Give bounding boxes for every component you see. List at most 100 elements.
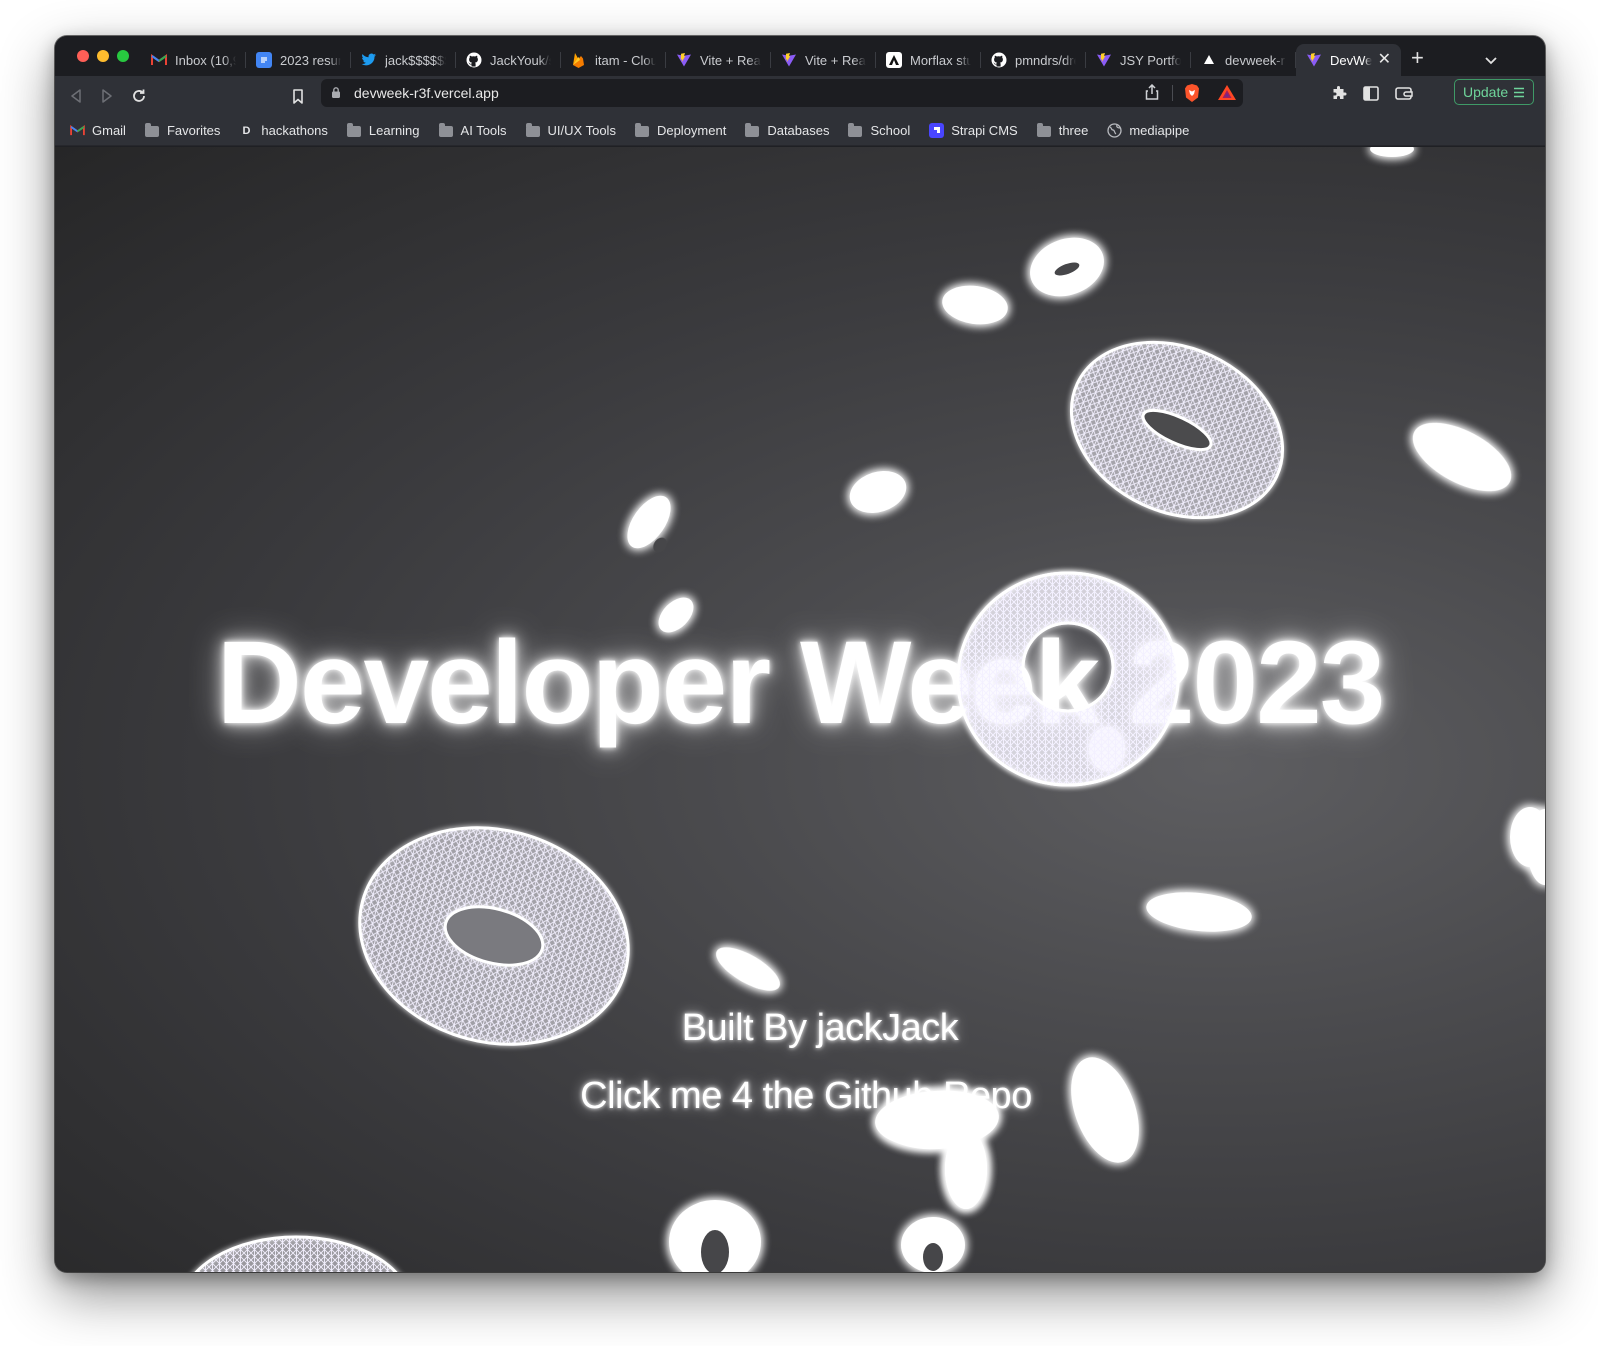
folder-icon [438, 123, 454, 138]
forward-button[interactable] [96, 85, 118, 107]
share-icon[interactable] [1145, 83, 1159, 105]
new-tab-button[interactable]: + [1411, 47, 1424, 69]
bookmark-favorites[interactable]: Favorites [144, 123, 220, 138]
vite-icon [676, 52, 692, 68]
bookmark-label: mediapipe [1129, 123, 1190, 138]
vite-icon [1306, 52, 1322, 68]
window-maximize-button[interactable] [117, 50, 129, 62]
glow-pill [1146, 892, 1252, 932]
bookmark-label: Gmail [92, 123, 126, 138]
tab-title: 2023 resume [280, 52, 341, 68]
glow-pill [945, 1129, 987, 1209]
vite-icon [781, 52, 797, 68]
tab-resume[interactable]: 2023 resume [246, 44, 351, 76]
folder-icon [525, 123, 541, 138]
brave-shields-icon[interactable] [1183, 83, 1201, 108]
vercel-icon [1201, 52, 1217, 68]
docs-icon [256, 52, 272, 68]
tab-morflax[interactable]: Morflax stud [876, 44, 981, 76]
globe-icon [1106, 123, 1122, 138]
bookmark-label: Learning [368, 123, 420, 138]
gmail-icon [69, 124, 85, 138]
tab-devweek-active[interactable]: DevWeek ✕ [1296, 44, 1401, 76]
glow-pill [942, 285, 1008, 325]
morflax-icon [886, 52, 902, 68]
toolbar: devweek-r3f.vercel.app Update [55, 76, 1545, 116]
sidebar-icon[interactable] [1363, 86, 1379, 106]
bookmark-three[interactable]: three [1036, 123, 1089, 138]
bookmark-mediapipe[interactable]: mediapipe [1106, 123, 1189, 138]
menu-icon [1514, 87, 1524, 98]
glow-pill [1412, 422, 1512, 492]
bookmark-uiux-tools[interactable]: UI/UX Tools [525, 123, 616, 138]
tab-portfolio[interactable]: JSY Portfolio [1086, 44, 1191, 76]
tab-title: devweek-r3 [1225, 52, 1286, 68]
tab-title: Inbox (10,98 [175, 52, 236, 68]
window-minimize-button[interactable] [97, 50, 109, 62]
extensions-icon[interactable] [1331, 86, 1347, 107]
bookmark-label: Strapi CMS [951, 123, 1018, 138]
tab-drei[interactable]: pmndrs/drei [981, 44, 1086, 76]
bookmark-ai-tools[interactable]: AI Tools [438, 123, 507, 138]
bookmark-button[interactable] [287, 85, 309, 107]
glow-pill [1370, 147, 1414, 157]
bookmark-hackathons[interactable]: D hackathons [238, 123, 328, 138]
update-label: Update [1463, 84, 1509, 100]
built-by-text: Built By jackJack [681, 1007, 959, 1049]
bookmark-strapi[interactable]: Strapi CMS [928, 123, 1018, 138]
tab-gmail[interactable]: Inbox (10,98 [141, 44, 246, 76]
address-bar[interactable]: devweek-r3f.vercel.app [321, 79, 1243, 107]
tab-vite-react-2[interactable]: Vite + React [771, 44, 876, 76]
tab-list-button[interactable] [1485, 52, 1497, 70]
lock-icon [331, 86, 341, 104]
bookmark-label: AI Tools [460, 123, 507, 138]
gmail-icon [151, 52, 167, 68]
brave-rewards-icon[interactable] [1217, 84, 1237, 106]
github-icon [466, 52, 482, 68]
update-button[interactable]: Update [1454, 79, 1534, 105]
tab-firebase[interactable]: itam - Cloud [561, 44, 666, 76]
reload-button[interactable] [128, 85, 150, 107]
bookmark-label: Favorites [166, 123, 221, 138]
github-repo-link[interactable]: Click me 4 the Github Repo [55, 1075, 1545, 1118]
bookmark-label: hackathons [261, 123, 328, 138]
tab-github-repo[interactable]: JackYouk/sp [456, 44, 561, 76]
tab-vite-react-1[interactable]: Vite + React [666, 44, 771, 76]
tab-title: Vite + React [700, 52, 761, 68]
divider [1172, 85, 1173, 101]
folder-icon [847, 123, 863, 138]
bookmark-label: three [1058, 123, 1089, 138]
bookmark-label: Databases [767, 123, 830, 138]
bookmark-gmail[interactable]: Gmail [69, 123, 126, 138]
bookmark-icon [293, 88, 303, 104]
bookmarks-bar: Gmail Favorites D hackathons Learning AI… [55, 116, 1545, 146]
glow-pill [716, 947, 780, 991]
wallet-icon[interactable] [1395, 86, 1413, 106]
tab-twitter[interactable]: jack$$$$$$ [351, 44, 456, 76]
glow-pill [849, 470, 907, 514]
bookmark-label: UI/UX Tools [547, 123, 616, 138]
back-button[interactable] [65, 85, 87, 107]
webgl-canvas[interactable]: Developer Week 2023 Built By jackJack Cl… [55, 147, 1545, 1272]
tab-vercel[interactable]: devweek-r3 [1191, 44, 1296, 76]
bookmark-label: School [870, 123, 911, 138]
bookmark-databases[interactable]: Databases [744, 123, 829, 138]
bookmark-deployment[interactable]: Deployment [634, 123, 726, 138]
url-text: devweek-r3f.vercel.app [354, 85, 499, 101]
strapi-icon [928, 123, 944, 138]
browser-window: Inbox (10,98 2023 resume jack$$$$$$ Jack… [55, 36, 1545, 1272]
tab-title: itam - Cloud [595, 52, 656, 68]
twitter-icon [361, 52, 377, 68]
tab-title: JackYouk/sp [490, 52, 551, 68]
tab-title: Morflax stud [910, 52, 971, 68]
folder-icon [346, 123, 362, 138]
close-icon[interactable]: ✕ [1378, 52, 1391, 68]
bookmark-learning[interactable]: Learning [346, 123, 420, 138]
window-close-button[interactable] [77, 50, 89, 62]
github-icon [991, 52, 1007, 68]
chevron-down-icon [1485, 57, 1497, 65]
forward-icon [102, 89, 112, 103]
tab-list: Inbox (10,98 2023 resume jack$$$$$$ Jack… [141, 44, 1401, 76]
tab-title: DevWeek [1330, 52, 1372, 68]
bookmark-school[interactable]: School [847, 123, 910, 138]
